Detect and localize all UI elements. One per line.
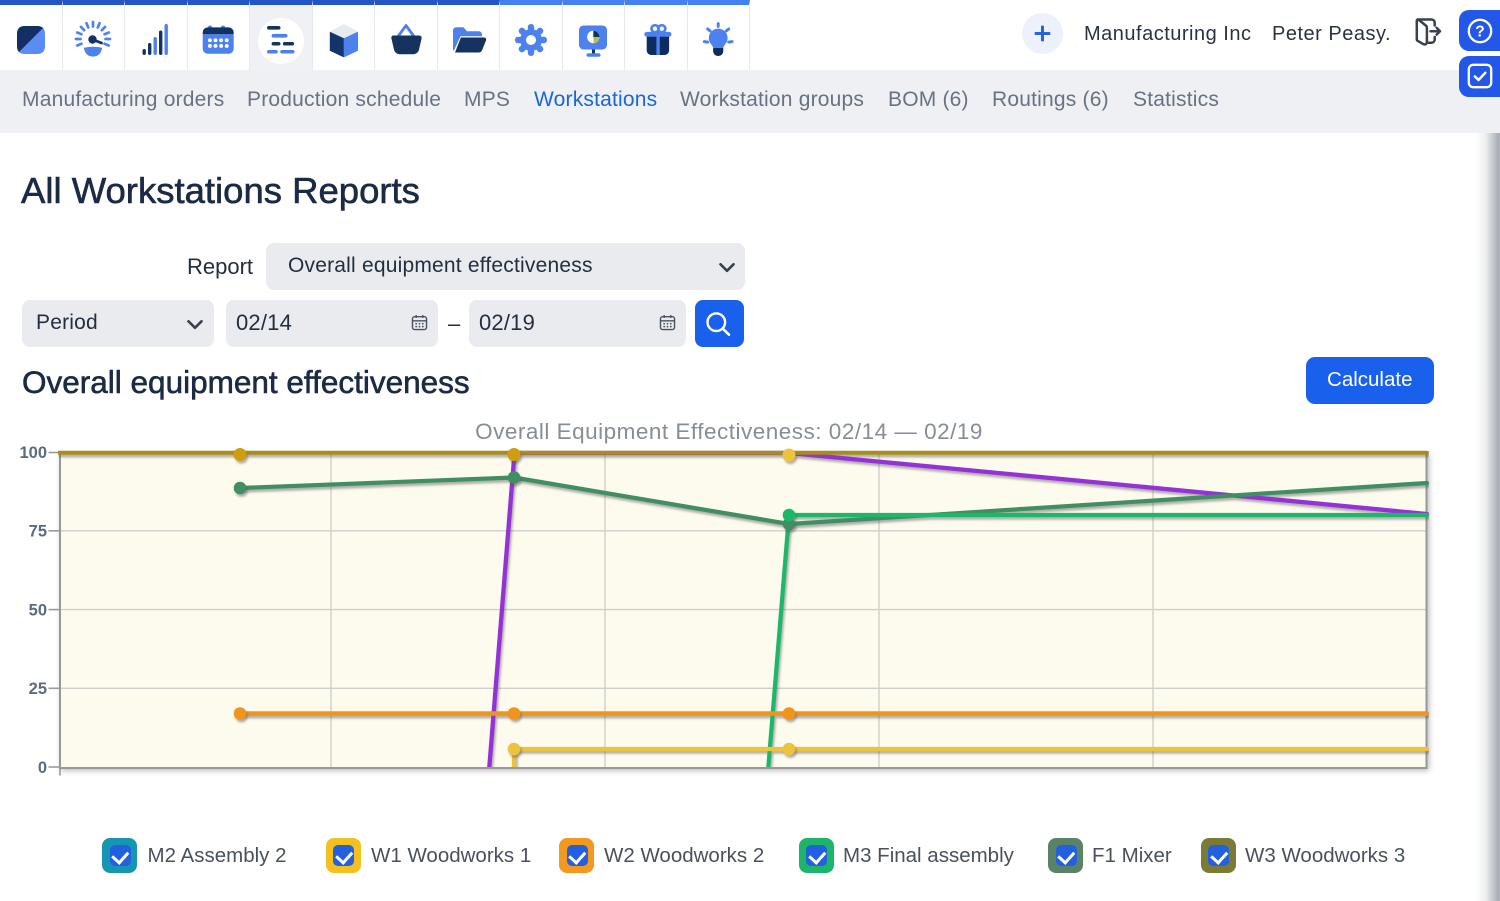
svg-text:Overall Equipment Effectivenes: Overall Equipment Effectiveness: 02/14 —…: [475, 419, 983, 444]
svg-text:?: ?: [1475, 23, 1484, 40]
svg-text:25: 25: [29, 680, 47, 698]
svg-text:100: 100: [19, 444, 47, 462]
svg-text:50: 50: [29, 601, 47, 619]
svg-text:0: 0: [38, 759, 47, 777]
svg-text:75: 75: [29, 523, 47, 541]
